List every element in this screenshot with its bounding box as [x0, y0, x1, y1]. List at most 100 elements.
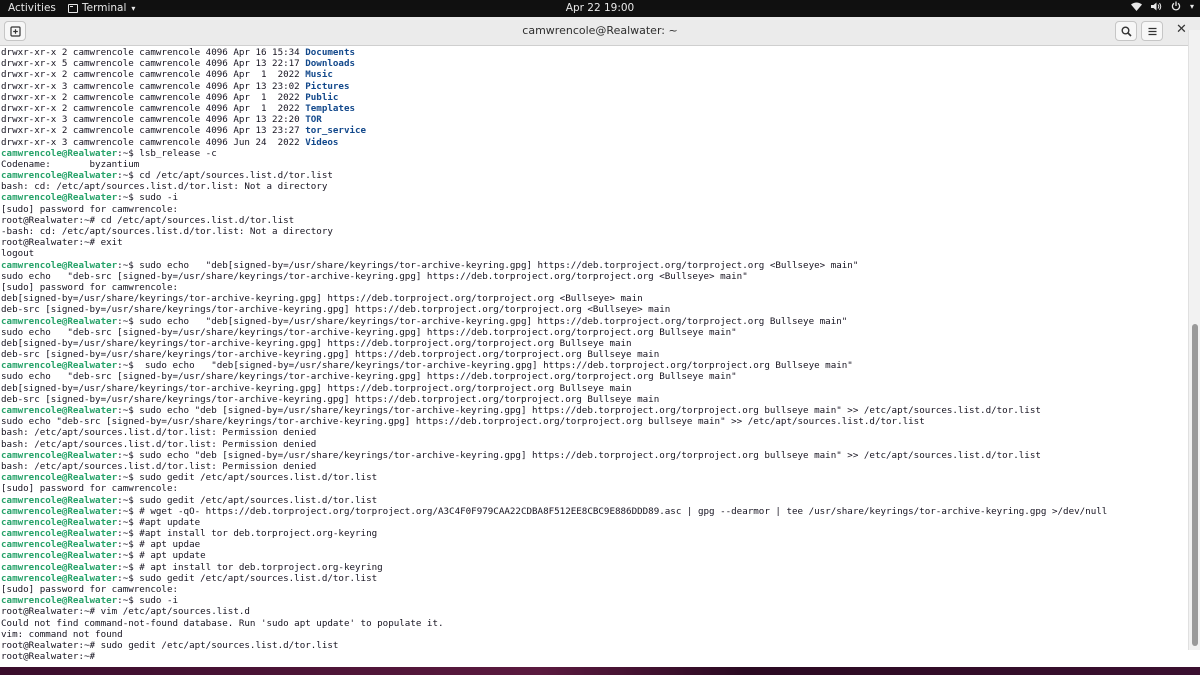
prompt-user-host: camwrencole@Realwater	[1, 170, 118, 182]
terminal-text: drwxr-xr-x 2 camwrencole camwrencole 409…	[1, 47, 306, 58]
terminal-text: bash: /etc/apt/sources.list.d/tor.list: …	[1, 438, 317, 450]
terminal-text: drwxr-xr-x 2 camwrencole camwrencole 409…	[1, 69, 306, 81]
scrollbar-thumb[interactable]	[1192, 324, 1198, 646]
prompt-user-host: camwrencole@Realwater	[1, 494, 118, 506]
terminal-lines: drwxr-xr-x 2 camwrencole camwrencole 409…	[1, 47, 1107, 662]
terminal-line: root@Realwater:~# vim /etc/apt/sources.l…	[1, 606, 1107, 617]
terminal-text: :~$ sudo gedit /etc/apt/sources.list.d/t…	[117, 494, 378, 506]
terminal-line: drwxr-xr-x 3 camwrencole camwrencole 409…	[1, 137, 1107, 148]
terminal-line: camwrencole@Realwater:~$ # apt install t…	[1, 562, 1107, 573]
prompt-user-host: camwrencole@Realwater	[1, 259, 118, 271]
prompt-user-host: camwrencole@Realwater	[1, 360, 118, 372]
directory-name: Downloads	[305, 58, 356, 70]
new-tab-button[interactable]	[4, 21, 26, 41]
terminal-text: :~$ sudo gedit /etc/apt/sources.list.d/t…	[117, 472, 378, 484]
clock[interactable]: Apr 22 19:00	[566, 2, 634, 14]
terminal-line: camwrencole@Realwater:~$ lsb_release -c	[1, 148, 1107, 159]
hamburger-menu-icon	[1148, 27, 1157, 36]
terminal-text: :~$ sudo gedit /etc/apt/sources.list.d/t…	[117, 572, 378, 584]
system-tray[interactable]: ▾	[1130, 1, 1194, 11]
menu-button[interactable]	[1141, 21, 1163, 41]
terminal-text: root@Realwater:~# exit	[1, 237, 123, 249]
terminal-text: root@Realwater:~# sudo gedit /etc/apt/so…	[1, 639, 339, 651]
directory-name: Documents	[305, 47, 356, 58]
prompt-user-host: camwrencole@Realwater	[1, 528, 118, 540]
terminal-line: vim: command not found	[1, 629, 1107, 640]
prompt-user-host: camwrencole@Realwater	[1, 516, 118, 528]
terminal-text: :~$ sudo -i	[117, 595, 179, 607]
scrollbar[interactable]	[1188, 30, 1200, 650]
terminal-line: sudo echo "deb-src [signed-by=/usr/share…	[1, 371, 1107, 382]
terminal-line: deb-src [signed-by=/usr/share/keyrings/t…	[1, 349, 1107, 360]
terminal-text: drwxr-xr-x 3 camwrencole camwrencole 409…	[1, 114, 306, 126]
terminal-text: [sudo] password for camwrencole:	[1, 203, 179, 215]
terminal-line: drwxr-xr-x 3 camwrencole camwrencole 409…	[1, 114, 1107, 125]
terminal-line: [sudo] password for camwrencole:	[1, 584, 1107, 595]
terminal-text: sudo echo "deb-src [signed-by=/usr/share…	[1, 416, 925, 428]
terminal-text: logout	[1, 248, 35, 260]
prompt-user-host: camwrencole@Realwater	[1, 539, 118, 551]
terminal-line: Codename: byzantium	[1, 159, 1107, 170]
terminal-text: :~$ sudo echo "deb [signed-by=/usr/share…	[117, 449, 1041, 461]
app-menu[interactable]: Terminal ▾	[68, 2, 135, 14]
terminal-line: drwxr-xr-x 2 camwrencole camwrencole 409…	[1, 103, 1107, 114]
terminal-text: [sudo] password for camwrencole:	[1, 281, 179, 293]
terminal-text: Codename: byzantium	[1, 158, 140, 170]
search-button[interactable]	[1115, 21, 1137, 41]
terminal-text: drwxr-xr-x 2 camwrencole camwrencole 409…	[1, 102, 306, 114]
terminal-text: drwxr-xr-x 3 camwrencole camwrencole 409…	[1, 136, 306, 148]
terminal-line: root@Realwater:~#	[1, 651, 1107, 662]
terminal-line: camwrencole@Realwater:~$ #apt install to…	[1, 528, 1107, 539]
prompt-user-host: camwrencole@Realwater	[1, 572, 118, 584]
volume-icon	[1150, 2, 1162, 10]
power-icon	[1171, 1, 1181, 11]
prompt-user-host: camwrencole@Realwater	[1, 315, 118, 327]
terminal-line: drwxr-xr-x 2 camwrencole camwrencole 409…	[1, 47, 1107, 58]
terminal-text: vim: command not found	[1, 628, 123, 640]
terminal-output[interactable]: drwxr-xr-x 2 camwrencole camwrencole 409…	[0, 47, 1188, 667]
terminal-icon	[68, 3, 78, 13]
terminal-text: root@Realwater:~# vim /etc/apt/sources.l…	[1, 606, 250, 618]
terminal-text: :~$ #apt update	[117, 516, 201, 528]
terminal-line: camwrencole@Realwater:~$ # wget -qO- htt…	[1, 506, 1107, 517]
terminal-line: [sudo] password for camwrencole:	[1, 204, 1107, 215]
terminal-text: :~$ sudo echo "deb[signed-by=/usr/share/…	[117, 259, 859, 271]
terminal-line: camwrencole@Realwater:~$ sudo echo "deb …	[1, 405, 1107, 416]
terminal-text: sudo echo "deb-src [signed-by=/usr/share…	[1, 371, 737, 383]
terminal-text: deb[signed-by=/usr/share/keyrings/tor-ar…	[1, 293, 643, 305]
terminal-text: root@Realwater:~# cd /etc/apt/sources.li…	[1, 214, 295, 226]
prompt-user-host: camwrencole@Realwater	[1, 561, 118, 573]
wifi-icon	[1130, 2, 1142, 11]
chevron-down-icon: ▾	[131, 3, 136, 13]
terminal-text: :~$ sudo echo "deb[signed-by=/usr/share/…	[117, 315, 848, 327]
directory-name: Public	[305, 91, 339, 103]
terminal-line: root@Realwater:~# sudo gedit /etc/apt/so…	[1, 640, 1107, 651]
terminal-text: bash: /etc/apt/sources.list.d/tor.list: …	[1, 460, 317, 472]
activities-button[interactable]: Activities	[8, 2, 56, 14]
terminal-text: [sudo] password for camwrencole:	[1, 483, 179, 495]
new-tab-icon	[10, 26, 21, 37]
app-menu-label: Terminal	[82, 2, 127, 14]
terminal-line: drwxr-xr-x 2 camwrencole camwrencole 409…	[1, 69, 1107, 80]
terminal-line: camwrencole@Realwater:~$ sudo -i	[1, 192, 1107, 203]
search-icon	[1121, 26, 1132, 37]
close-button[interactable]: ✕	[1176, 23, 1187, 37]
terminal-text: :~$ sudo echo "deb[signed-by=/usr/share/…	[117, 360, 853, 372]
prompt-user-host: camwrencole@Realwater	[1, 449, 118, 461]
terminal-line: camwrencole@Realwater:~$ sudo echo "deb[…	[1, 260, 1107, 271]
terminal-text: Could not find command-not-found databas…	[1, 617, 444, 629]
terminal-line: logout	[1, 248, 1107, 259]
terminal-line: deb-src [signed-by=/usr/share/keyrings/t…	[1, 304, 1107, 315]
window-title: camwrencole@Realwater: ~	[522, 24, 678, 37]
terminal-line: drwxr-xr-x 2 camwrencole camwrencole 409…	[1, 125, 1107, 136]
terminal-text: drwxr-xr-x 3 camwrencole camwrencole 409…	[1, 80, 306, 92]
terminal-line: camwrencole@Realwater:~$ sudo echo "deb …	[1, 450, 1107, 461]
terminal-line: camwrencole@Realwater:~$ sudo -i	[1, 595, 1107, 606]
terminal-line: camwrencole@Realwater:~$ sudo gedit /etc…	[1, 573, 1107, 584]
terminal-text: deb-src [signed-by=/usr/share/keyrings/t…	[1, 393, 660, 405]
terminal-text: sudo echo "deb-src [signed-by=/usr/share…	[1, 270, 748, 282]
terminal-line: camwrencole@Realwater:~$ # apt update	[1, 550, 1107, 561]
terminal-line: camwrencole@Realwater:~$ sudo gedit /etc…	[1, 495, 1107, 506]
terminal-text: drwxr-xr-x 2 camwrencole camwrencole 409…	[1, 91, 306, 103]
terminal-line: deb[signed-by=/usr/share/keyrings/tor-ar…	[1, 338, 1107, 349]
